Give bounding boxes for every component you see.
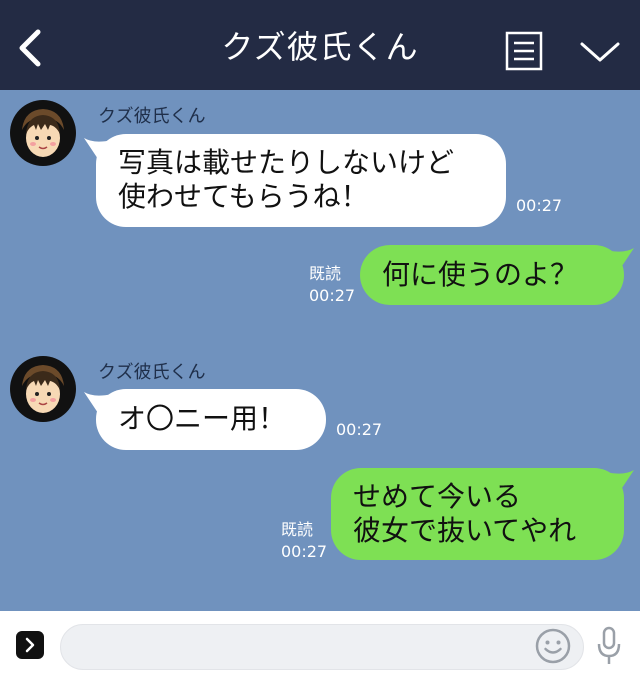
message-time: 00:27 (309, 286, 356, 305)
message-time: 00:27 (516, 196, 563, 215)
message-time: 00:27 (336, 420, 383, 439)
message-bubble-incoming[interactable]: 写真は載せたりしないけど 使わせてもらうね！ (96, 134, 506, 227)
message-input[interactable] (60, 624, 584, 670)
read-receipt: 既読 (281, 520, 314, 539)
microphone-icon[interactable] (596, 626, 622, 666)
chat-title: クズ彼氏くん (221, 28, 419, 66)
chevron-right-icon[interactable] (16, 631, 44, 659)
menu-list-icon[interactable] (505, 31, 543, 71)
chevron-down-icon[interactable] (578, 38, 622, 66)
sender-name: クズ彼氏くん (98, 106, 206, 127)
bubble-tail (606, 248, 634, 272)
read-receipt: 既読 (309, 264, 342, 283)
bubble-tail (606, 470, 634, 494)
avatar[interactable] (10, 100, 76, 166)
message-list[interactable]: クズ彼氏くん 写真は載せたりしないけど 使わせてもらうね！ 00:27 既読 0… (0, 90, 640, 611)
message-bubble-incoming[interactable]: オ〇ニー用！ (96, 389, 326, 450)
message-time: 00:27 (281, 542, 328, 561)
message-bubble-outgoing[interactable]: せめて今いる 彼女で抜いてやれ (331, 468, 624, 560)
smile-icon[interactable] (534, 627, 572, 665)
chat-header: クズ彼氏くん (0, 0, 640, 90)
message-bubble-outgoing[interactable]: 何に使うのよ？ (360, 245, 624, 305)
sender-name: クズ彼氏くん (98, 362, 206, 383)
message-composer (0, 611, 640, 681)
avatar[interactable] (10, 356, 76, 422)
